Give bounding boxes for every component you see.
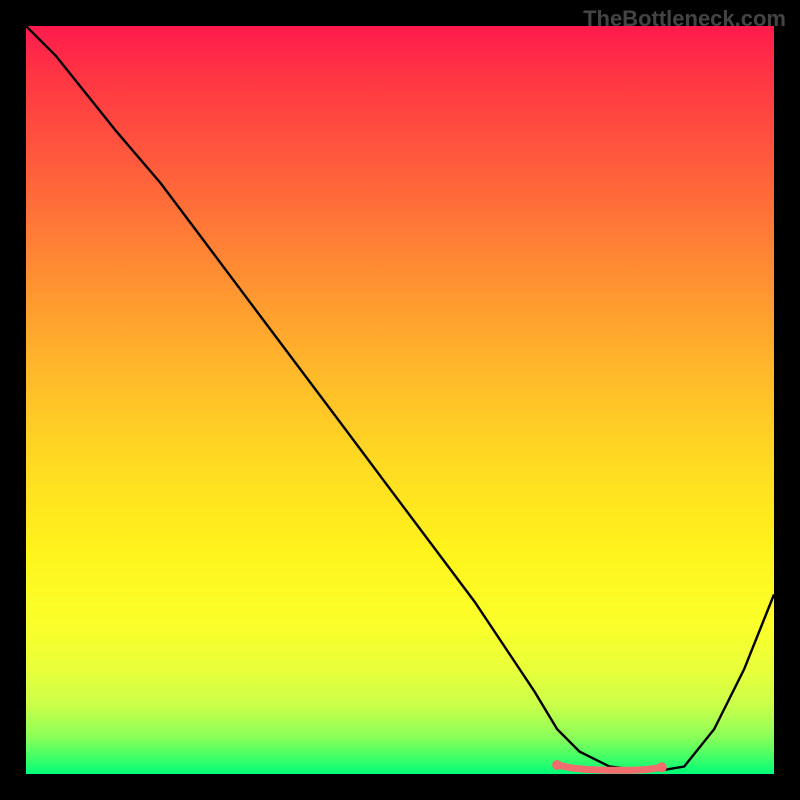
watermark-text: TheBottleneck.com — [583, 6, 786, 32]
bottleneck-curve-line — [26, 26, 774, 770]
optimal-band-dot — [552, 760, 562, 770]
optimal-band-dot — [657, 762, 667, 772]
chart-svg — [26, 26, 774, 774]
chart-plot-area — [26, 26, 774, 774]
